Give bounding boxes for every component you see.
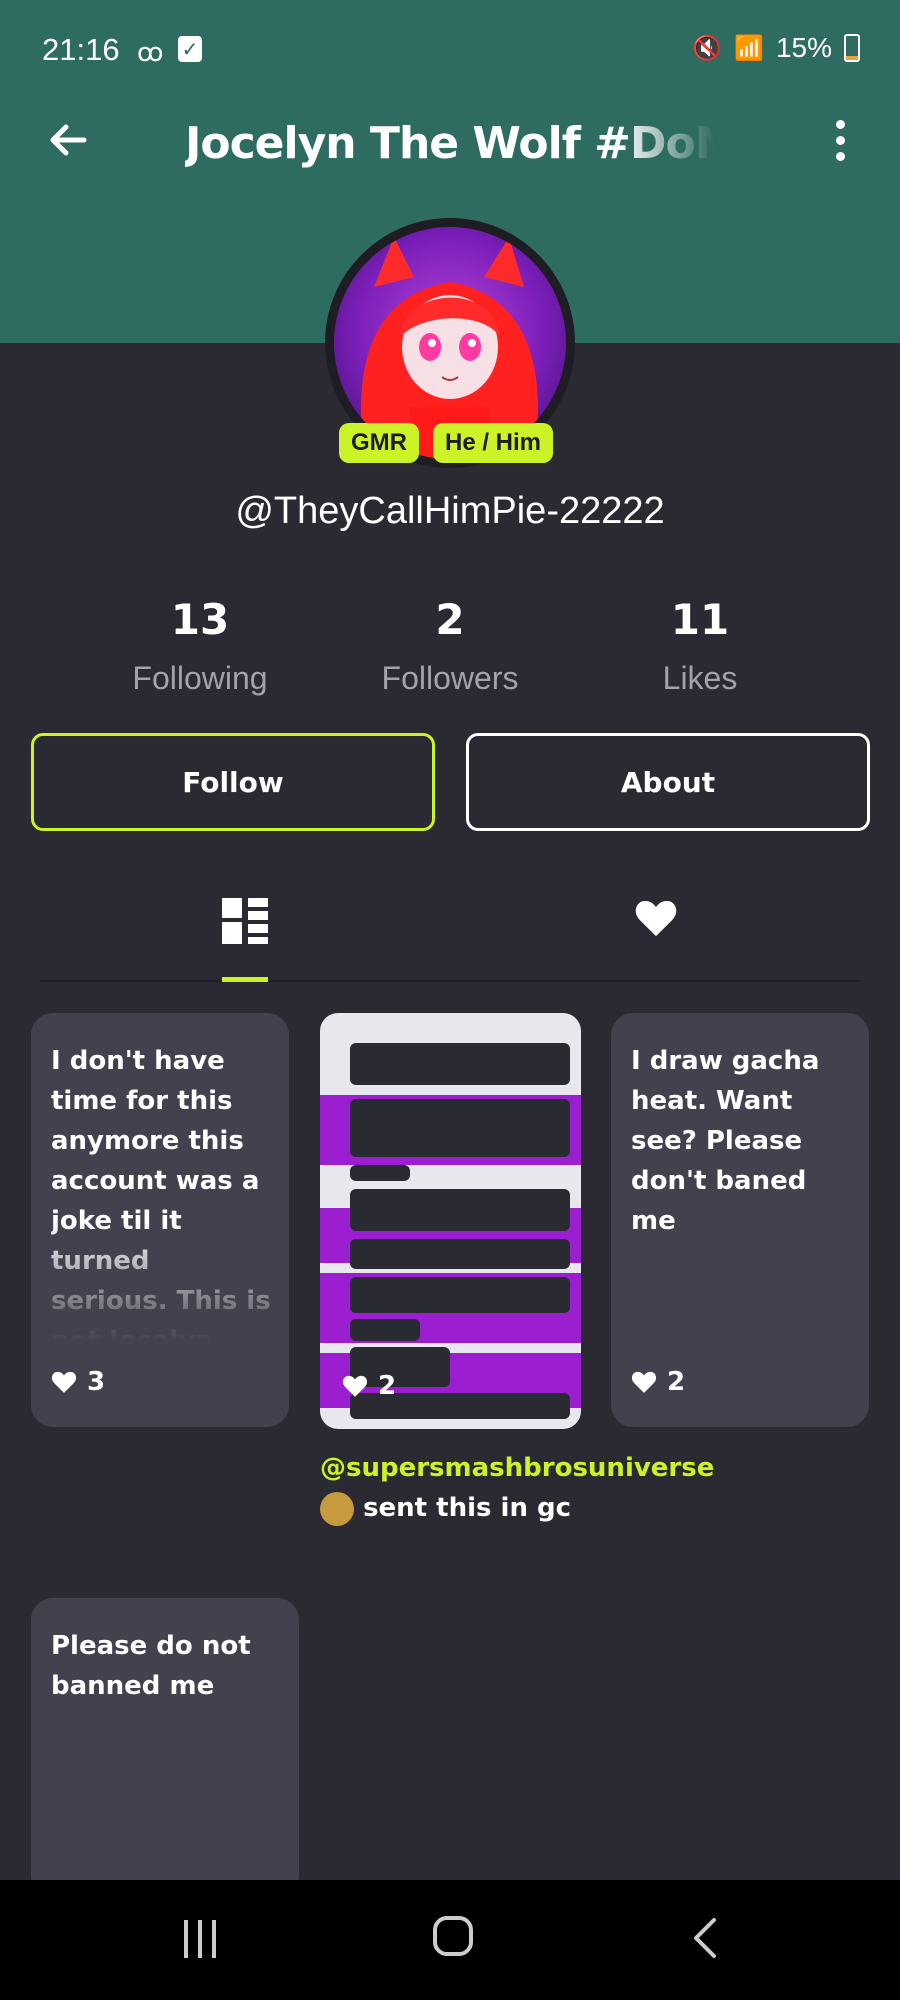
post-text: I don't have time for this anymore this … xyxy=(51,1046,271,1341)
grid-icon[interactable] xyxy=(222,898,268,944)
checkbox-notification-icon: ✓ xyxy=(178,36,202,62)
post-likes: 2 xyxy=(631,1367,685,1397)
post-card[interactable]: Please do not banned me xyxy=(31,1598,299,1898)
badge-gmr: GMR xyxy=(338,423,419,463)
profile-stats: 13 Following 2 Followers 11 Likes xyxy=(100,595,800,697)
stat-likes: 11 Likes xyxy=(600,595,800,697)
active-tab-indicator xyxy=(222,977,268,982)
stat-value: 13 xyxy=(170,595,230,644)
likes-count: 3 xyxy=(87,1367,106,1397)
status-time: 21:16 xyxy=(42,32,120,67)
stat-label: Followers xyxy=(381,660,519,696)
heart-icon xyxy=(631,1371,657,1393)
post-image-chat-screenshot[interactable] xyxy=(320,1013,581,1429)
heart-icon[interactable] xyxy=(634,898,678,938)
about-button[interactable]: About xyxy=(466,733,870,831)
status-icons: 🔇 📶 15% xyxy=(692,32,860,64)
post-text: I draw gacha heat. Want see? Please don'… xyxy=(631,1046,820,1236)
stat-value: 2 xyxy=(435,595,465,644)
recent-apps-icon[interactable] xyxy=(182,1920,222,1960)
stat-following[interactable]: 13 Following xyxy=(100,595,300,697)
profile-handle: @TheyCallHimPie-22222 xyxy=(235,490,665,532)
more-options-icon[interactable] xyxy=(832,120,848,168)
page-title: Jocelyn The Wolf #DoN xyxy=(185,118,715,169)
stat-followers[interactable]: 2 Followers xyxy=(350,595,550,697)
profile-badges: GMR He / Him xyxy=(0,423,896,463)
badge-pronouns: He / Him xyxy=(432,423,554,463)
stat-value: 11 xyxy=(670,595,730,644)
status-bar: 21:16 ꝏ ✓ 🔇 📶 15% xyxy=(0,0,900,100)
profile-tabs xyxy=(40,870,860,982)
post-text: Please do not banned me xyxy=(51,1631,251,1701)
stat-label: Following xyxy=(132,660,268,696)
back-arrow-icon[interactable] xyxy=(44,115,94,165)
battery-icon xyxy=(844,34,860,62)
heart-icon xyxy=(342,1375,368,1397)
post-card[interactable]: I don't have time for this anymore this … xyxy=(31,1013,289,1427)
mute-icon: 🔇 xyxy=(692,34,723,62)
post-likes: 2 xyxy=(342,1371,396,1401)
wifi-icon: 📶 xyxy=(734,34,764,62)
post-likes: 3 xyxy=(51,1367,105,1397)
post-card[interactable]: I draw gacha heat. Want see? Please don'… xyxy=(611,1013,869,1427)
battery-percent: 15% xyxy=(775,32,832,63)
post-caption: @supersmashbrosuniverse sent this in gc xyxy=(320,1448,714,1528)
likes-count: 2 xyxy=(667,1367,686,1397)
emoji-sticker-icon xyxy=(320,1491,354,1526)
home-icon[interactable] xyxy=(433,1916,473,1956)
likes-count: 2 xyxy=(378,1371,397,1401)
system-back-icon[interactable] xyxy=(690,1916,720,1960)
follow-button[interactable]: Follow xyxy=(31,733,435,831)
user-mention[interactable]: @supersmashbrosuniverse xyxy=(320,1453,714,1483)
system-nav-bar xyxy=(0,1880,900,2000)
heart-icon xyxy=(51,1371,77,1393)
caption-text: sent this in gc xyxy=(363,1493,572,1523)
stat-label: Likes xyxy=(662,660,738,696)
voicemail-icon: ꝏ xyxy=(137,38,164,68)
